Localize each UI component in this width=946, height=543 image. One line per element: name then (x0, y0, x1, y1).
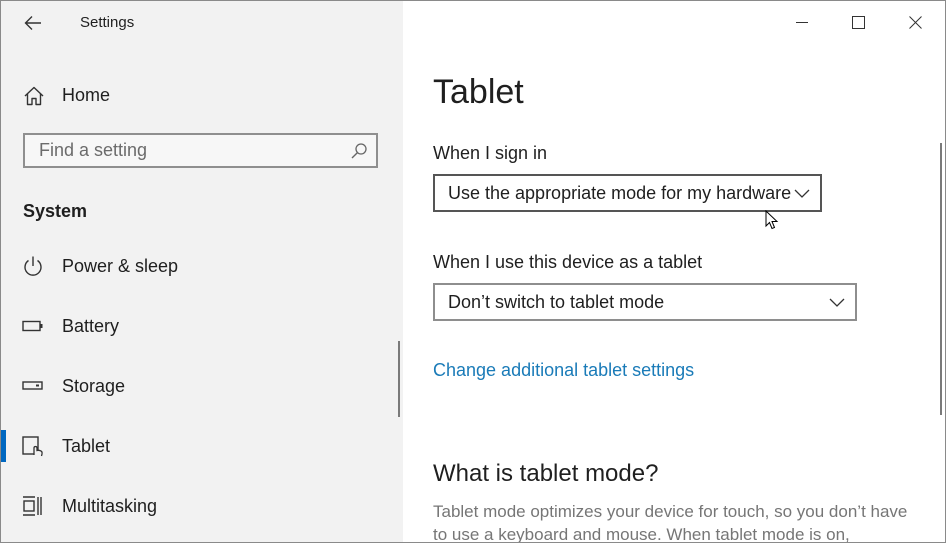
storage-icon (22, 381, 43, 390)
sidebar-item-power-sleep[interactable]: Power & sleep (1, 244, 366, 288)
sidebar-item-tablet[interactable]: Tablet (1, 424, 366, 468)
back-button[interactable] (15, 9, 51, 37)
section-title: System (23, 201, 88, 221)
sidebar-item-multitasking[interactable]: Multitasking (1, 484, 366, 528)
home-icon (24, 86, 44, 106)
dropdown-value: Don’t switch to tablet mode (448, 292, 665, 312)
close-button[interactable] (892, 1, 938, 43)
search-input[interactable] (25, 135, 349, 166)
maximize-button[interactable] (835, 1, 881, 43)
maximize-icon (851, 15, 865, 29)
back-arrow-icon (24, 16, 41, 30)
sidebar-item-home[interactable]: Home (1, 77, 403, 113)
section-heading: What is tablet mode? (433, 460, 659, 487)
sidebar: Settings Home System Power & sleep (1, 1, 403, 542)
battery-icon (22, 320, 43, 332)
settings-window: Settings Home System Power & sleep (0, 0, 946, 543)
sidebar-item-label: Power & sleep (62, 256, 179, 276)
search-box[interactable] (23, 133, 378, 168)
sidebar-item-storage[interactable]: Storage (1, 364, 366, 408)
tablet-icon (22, 436, 43, 457)
mouse-cursor-icon (765, 210, 779, 230)
tablet-use-label: When I use this device as a tablet (433, 252, 703, 272)
sidebar-item-label: Home (62, 85, 111, 105)
close-icon (908, 15, 922, 29)
content-scrollbar[interactable] (940, 143, 942, 415)
dropdown-value: Use the appropriate mode for my hardware (448, 183, 792, 203)
chevron-down-icon (794, 189, 810, 198)
sign-in-mode-dropdown[interactable]: Use the appropriate mode for my hardware (433, 174, 822, 212)
chevron-down-icon (829, 298, 845, 307)
power-icon (24, 256, 42, 276)
selected-indicator (1, 430, 6, 462)
description-text: Tablet mode optimizes your device for to… (433, 502, 908, 543)
search-icon[interactable] (350, 142, 368, 160)
minimize-button[interactable] (779, 1, 825, 43)
sidebar-item-label: Tablet (62, 436, 111, 456)
sign-in-label: When I sign in (433, 143, 548, 163)
minimize-icon (796, 22, 808, 23)
sidebar-item-label: Storage (62, 376, 126, 396)
app-title: Settings (80, 14, 135, 31)
sidebar-item-label: Battery (62, 316, 120, 336)
tablet-mode-dropdown[interactable]: Don’t switch to tablet mode (433, 283, 857, 321)
sidebar-item-label: Multitasking (62, 496, 158, 516)
page-title: Tablet (433, 73, 524, 111)
sidebar-item-battery[interactable]: Battery (1, 304, 366, 348)
multitasking-icon (23, 496, 42, 516)
additional-tablet-settings-link[interactable]: Change additional tablet settings (433, 360, 694, 381)
sidebar-scrollbar[interactable] (398, 341, 400, 417)
